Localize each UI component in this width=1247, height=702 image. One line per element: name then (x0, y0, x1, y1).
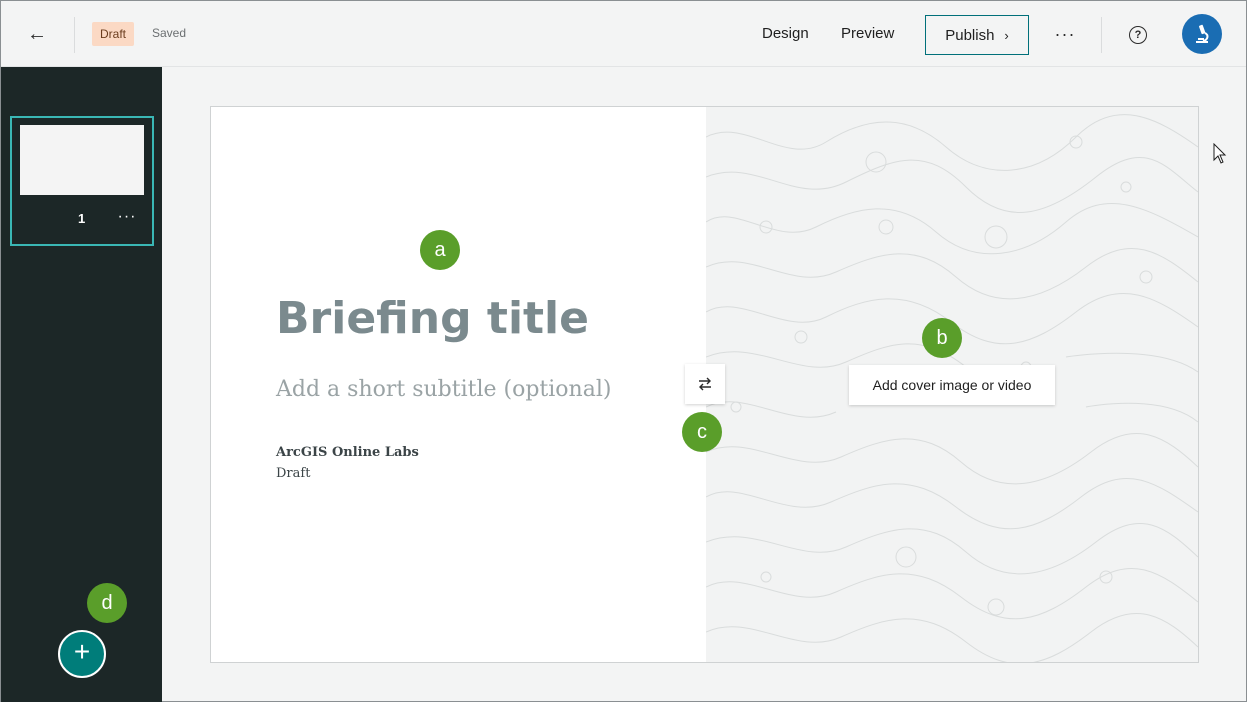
swap-arrows-icon (699, 377, 711, 391)
publish-button[interactable]: Publish › (925, 15, 1029, 55)
header-divider (74, 17, 75, 53)
briefing-canvas: Briefing title Add a short subtitle (opt… (210, 106, 1199, 663)
chevron-right-icon: › (1004, 27, 1009, 43)
swap-layout-button[interactable] (685, 364, 725, 404)
subtitle-input[interactable]: Add a short subtitle (optional) (276, 377, 611, 402)
design-link[interactable]: Design (762, 25, 809, 42)
callout-marker-c: c (682, 412, 722, 452)
cover-media-panel[interactable]: Add cover image or video (706, 107, 1198, 662)
slide-number: 1 (78, 211, 86, 226)
more-options-button[interactable]: ··· (1047, 19, 1083, 49)
add-slide-button[interactable]: + (58, 630, 106, 678)
user-avatar[interactable] (1182, 14, 1222, 54)
callout-marker-b: b (922, 318, 962, 358)
title-panel: Briefing title Add a short subtitle (opt… (211, 107, 706, 662)
question-circle-icon: ? (1134, 29, 1142, 41)
app-header: ← Draft Saved Design Preview Publish › ·… (1, 1, 1246, 67)
author-name: ArcGIS Online Labs (276, 445, 419, 460)
save-status: Saved (152, 26, 187, 40)
header-divider (1101, 17, 1102, 53)
help-button[interactable]: ? (1129, 26, 1147, 44)
slide-thumbnail[interactable]: 1 ··· (10, 116, 154, 246)
microscope-icon (1196, 24, 1209, 43)
plus-icon: + (73, 636, 91, 667)
callout-marker-d: d (87, 583, 127, 623)
callout-marker-a: a (420, 230, 460, 270)
arrow-left-icon: ← (27, 22, 47, 45)
draft-badge: Draft (92, 22, 135, 46)
briefing-title[interactable]: Briefing title (276, 293, 589, 344)
more-horizontal-icon: ··· (1054, 23, 1076, 44)
briefing-status: Draft (276, 466, 311, 481)
mouse-pointer-icon (1213, 143, 1227, 164)
slide-options-button[interactable]: ··· (115, 206, 139, 228)
preview-link[interactable]: Preview (841, 25, 894, 42)
publish-label: Publish (945, 26, 995, 44)
slide-preview (20, 125, 144, 195)
slide-sidebar: 1 ··· + (1, 67, 162, 702)
back-button[interactable]: ← (19, 18, 55, 50)
add-cover-media-button[interactable]: Add cover image or video (849, 365, 1055, 405)
more-horizontal-icon: ··· (117, 208, 137, 225)
